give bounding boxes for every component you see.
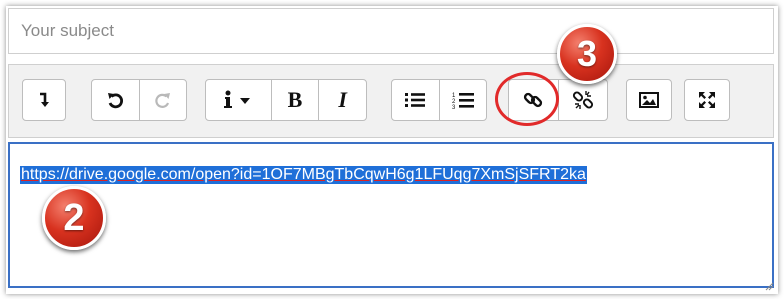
unlink-button[interactable]: [559, 80, 608, 120]
arrow-down-return-icon: [40, 92, 49, 107]
bold-button[interactable]: B: [272, 80, 320, 120]
info-dropdown-icon: [224, 90, 251, 108]
redo-button[interactable]: [140, 80, 187, 120]
undo-button[interactable]: [92, 80, 140, 120]
redo-icon: [155, 93, 170, 108]
unlink-icon: [572, 91, 593, 109]
toolbar-group-lists: 1 2 3: [391, 79, 487, 121]
editor-toolbar: B I 1 2 3: [8, 64, 774, 138]
step-3-badge: 3: [557, 24, 617, 84]
step-2-label: 2: [63, 196, 85, 239]
toolbar-group-collapse: [22, 79, 66, 121]
fullscreen-button[interactable]: [685, 80, 729, 120]
subject-input[interactable]: [9, 9, 773, 53]
link-button-highlight-ring: [495, 72, 559, 126]
ordered-list-button[interactable]: 1 2 3: [440, 80, 487, 120]
paragraph-styles-button[interactable]: [206, 80, 272, 120]
insert-image-button[interactable]: [627, 80, 671, 120]
bullet-list-icon: [405, 93, 426, 107]
fullscreen-icon: [699, 92, 715, 108]
subject-field-container: [8, 8, 774, 54]
selected-url-text[interactable]: https://drive.google.com/open?id=1OF7MBg…: [20, 166, 587, 184]
message-editor[interactable]: [8, 142, 774, 288]
collapse-toolbar-button[interactable]: [23, 80, 65, 120]
toolbar-group-history: [91, 79, 187, 121]
toolbar-group-fullscreen: [684, 79, 730, 121]
step-2-badge: 2: [42, 186, 106, 250]
step-3-label: 3: [576, 33, 598, 74]
toolbar-group-format: B I: [205, 79, 367, 121]
toolbar-group-image: [626, 79, 672, 121]
resize-grip-icon[interactable]: [764, 281, 774, 291]
svg-text:3: 3: [452, 105, 456, 109]
italic-button[interactable]: I: [319, 80, 366, 120]
unordered-list-button[interactable]: [392, 80, 440, 120]
numbered-list-icon: 1 2 3: [452, 93, 474, 109]
undo-icon: [108, 93, 124, 109]
image-icon: [639, 92, 659, 108]
